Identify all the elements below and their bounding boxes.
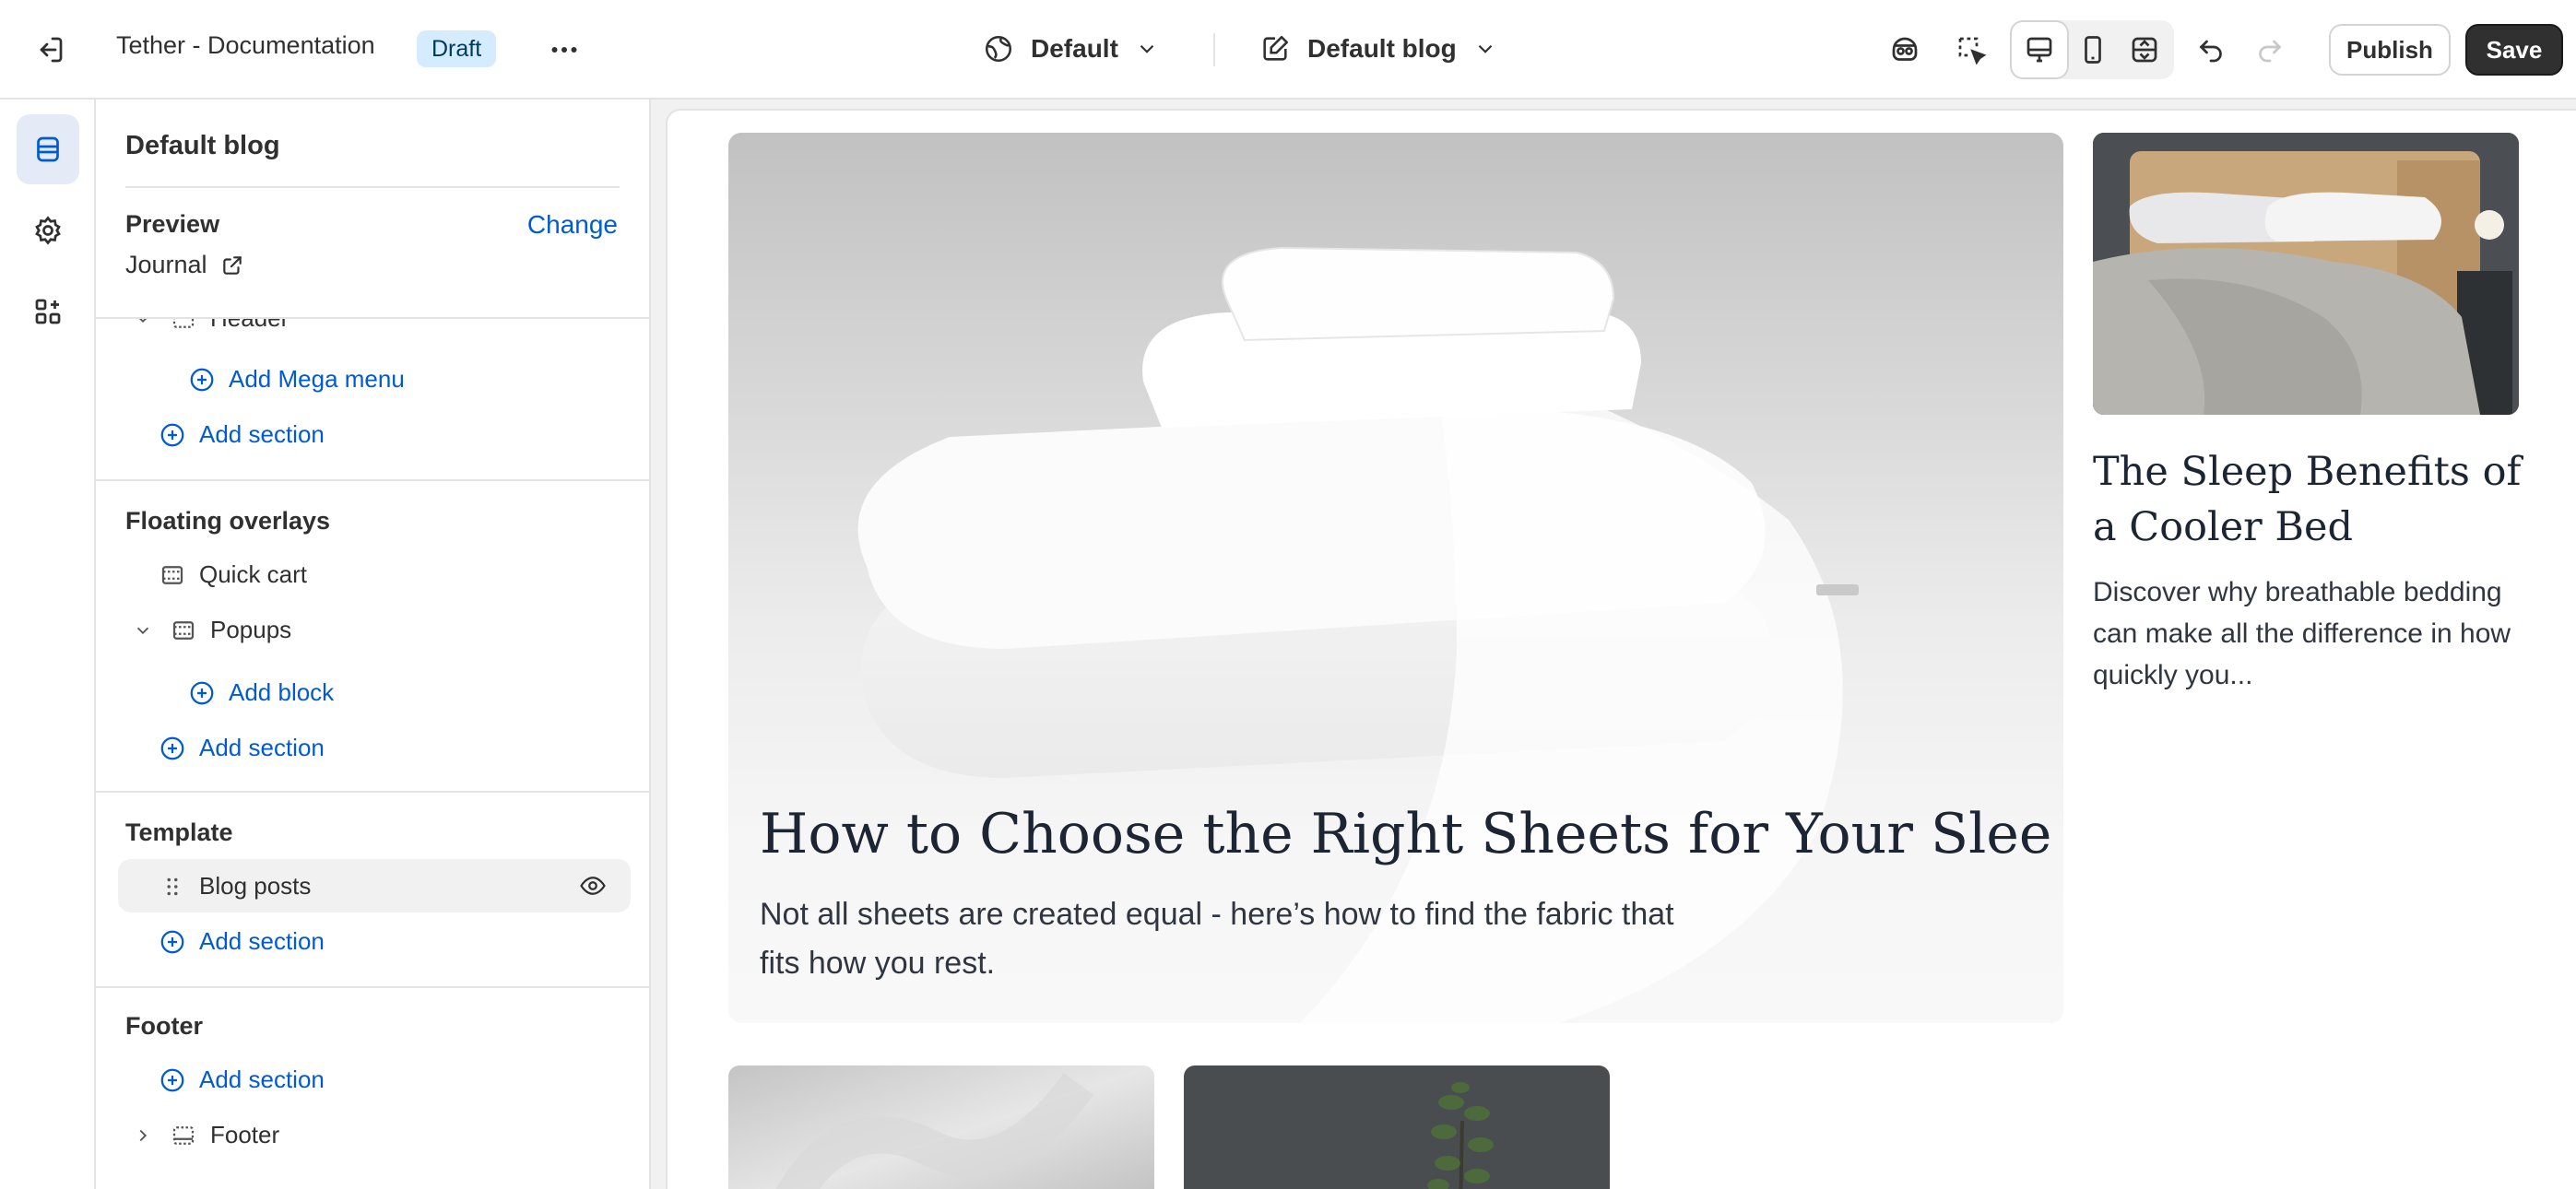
sections-sidebar: Default blog Preview Change Journal Head…	[96, 100, 651, 1189]
eye-icon[interactable]	[579, 872, 607, 900]
plus-circle-icon	[159, 735, 186, 762]
sidebar-item-label: Blog posts	[199, 872, 312, 900]
preview-page: How to Choose the Right Sheets for Your …	[668, 111, 2576, 1189]
divider	[125, 186, 620, 188]
publish-button[interactable]: Publish	[2329, 24, 2451, 76]
sidebar-item-quick-cart[interactable]: Quick cart	[159, 560, 307, 589]
add-section-label: Add section	[199, 734, 325, 761]
footer-section-icon	[170, 1122, 197, 1149]
plus-circle-icon	[188, 366, 216, 394]
drag-handle-icon[interactable]	[159, 873, 186, 901]
chevron-down-icon	[1478, 44, 1493, 53]
featured-post-excerpt: Not all sheets are created equal - here’…	[760, 897, 1674, 981]
plus-circle-icon	[159, 928, 186, 956]
globe-icon	[985, 35, 1012, 63]
desktop-icon[interactable]	[2010, 20, 2069, 79]
post-thumbnail[interactable]	[1184, 1065, 1610, 1189]
theme-select[interactable]: Default	[983, 33, 1159, 65]
divider	[1213, 33, 1215, 66]
inspector-icon[interactable]	[1875, 20, 1934, 79]
sidebar-title: Default blog	[125, 131, 280, 160]
add-section-button[interactable]: Add section	[159, 927, 325, 956]
featured-post-title[interactable]: How to Choose the Right Sheets for Your …	[760, 802, 2050, 866]
store-title: Tether - Documentation	[116, 31, 375, 59]
top-bar: Tether - Documentation Draft Default Def…	[0, 0, 2576, 100]
add-section-label: Add section	[199, 927, 325, 955]
add-block-label: Add block	[229, 678, 335, 706]
add-mega-menu-button[interactable]: Add Mega menu	[188, 365, 405, 394]
group-title-footer: Footer	[125, 1012, 203, 1040]
side-post-excerpt: Discover why breathable bedding can make…	[2093, 577, 2511, 690]
add-section-label: Add section	[199, 420, 325, 448]
preview-value-label: Journal	[125, 251, 207, 278]
external-link-icon	[222, 255, 242, 275]
template-select[interactable]: Default blog	[1259, 33, 1497, 65]
side-post-image[interactable]	[2093, 133, 2519, 415]
select-element-icon[interactable]	[1942, 20, 2001, 79]
sidebar-item-label: Footer	[210, 1121, 280, 1148]
mobile-icon[interactable]	[2063, 20, 2122, 79]
divider	[96, 791, 649, 793]
sidebar-item-label: Popups	[210, 616, 292, 643]
add-section-button[interactable]: Add section	[159, 1065, 325, 1094]
add-section-button[interactable]: Add section	[159, 420, 325, 449]
redo-icon[interactable]	[2240, 20, 2299, 79]
template-select-label: Default blog	[1307, 34, 1457, 63]
add-section-label: Add section	[199, 1065, 325, 1093]
preview-value[interactable]: Journal	[125, 251, 244, 279]
chevron-right-icon	[129, 1122, 157, 1149]
save-button[interactable]: Save	[2465, 24, 2563, 76]
plus-circle-icon	[159, 421, 186, 449]
featured-post-card[interactable]: How to Choose the Right Sheets for Your …	[728, 133, 2063, 1023]
side-post-title[interactable]: The Sleep Benefits of a Cooler Bed	[2093, 444, 2526, 555]
section-icon	[170, 617, 197, 644]
group-title-template: Template	[125, 818, 233, 846]
plus-circle-icon	[188, 679, 216, 707]
status-badge: Draft	[417, 30, 497, 67]
undo-icon[interactable]	[2181, 20, 2240, 79]
more-icon[interactable]	[535, 20, 594, 79]
sections-icon[interactable]	[17, 114, 79, 184]
exit-icon[interactable]	[20, 20, 79, 79]
add-mega-menu-label: Add Mega menu	[229, 365, 405, 393]
device-switcher	[2010, 20, 2174, 79]
sidebar-item-popups[interactable]: Popups	[129, 616, 291, 644]
chevron-down-icon	[1140, 44, 1154, 53]
add-section-button[interactable]: Add section	[159, 734, 325, 762]
theme-select-label: Default	[1031, 34, 1118, 63]
sidebar-item-blog-posts[interactable]: Blog posts	[159, 872, 311, 901]
plus-circle-icon	[159, 1066, 186, 1094]
edit-template-icon	[1263, 35, 1289, 61]
left-rail	[0, 100, 96, 1189]
sidebar-item-label: Quick cart	[199, 560, 308, 588]
preview-canvas: How to Choose the Right Sheets for Your …	[651, 100, 2576, 1189]
sidebar-item-footer[interactable]: Footer	[129, 1121, 279, 1149]
chevron-down-icon	[129, 617, 157, 644]
apps-icon[interactable]	[17, 277, 79, 347]
divider	[96, 317, 649, 319]
divider	[96, 986, 649, 988]
settings-icon[interactable]	[17, 195, 79, 265]
fullwidth-icon[interactable]	[2115, 20, 2174, 79]
section-icon	[159, 561, 186, 589]
group-title-floating-overlays: Floating overlays	[125, 507, 331, 535]
post-thumbnail[interactable]	[728, 1065, 1154, 1189]
preview-label: Preview	[125, 210, 220, 238]
add-block-button[interactable]: Add block	[188, 678, 334, 707]
preview-change-link[interactable]: Change	[527, 210, 618, 240]
divider	[96, 479, 649, 481]
